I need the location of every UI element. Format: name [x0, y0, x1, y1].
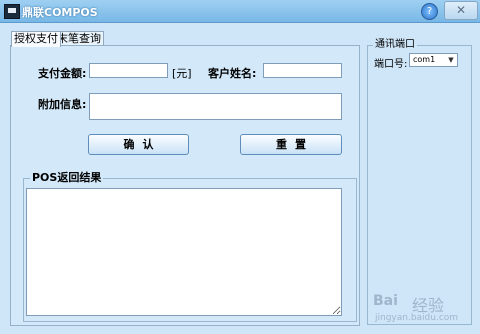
comm-port-title: 通讯端口: [373, 39, 417, 51]
pos-result-title: POS返回结果: [30, 171, 104, 184]
close-button[interactable]: ✕: [444, 1, 478, 20]
amount-input[interactable]: [89, 63, 168, 78]
port-selected-value: com1: [413, 55, 436, 64]
confirm-button[interactable]: 确认: [88, 134, 189, 155]
help-icon[interactable]: ?: [421, 3, 438, 20]
port-select[interactable]: com1 ▼: [409, 53, 458, 67]
app-icon: [4, 4, 20, 19]
port-number-label: 端口号:: [374, 59, 408, 70]
window-title: 鼎联COMPOS: [22, 6, 98, 19]
customer-name-input[interactable]: [263, 63, 342, 78]
title-bar: 鼎联COMPOS ? ✕: [0, 0, 480, 23]
unit-label: [元]: [172, 67, 192, 80]
extra-info-input[interactable]: [89, 93, 342, 120]
tab-authorize-payment[interactable]: 授权支付: [11, 31, 61, 47]
tab-last-transaction-query[interactable]: 末笔查询: [54, 31, 104, 46]
tab-label: 末笔查询: [57, 32, 101, 45]
watermark-logo: Bai: [373, 293, 398, 309]
extra-info-label: 附加信息:: [38, 98, 87, 111]
reset-button[interactable]: 重置: [240, 134, 342, 155]
tab-label: 授权支付: [14, 32, 58, 45]
pos-result-output[interactable]: [26, 188, 342, 316]
baidu-watermark: Bai 经验 jingyan.baidu.com: [373, 290, 473, 326]
watermark-url: jingyan.baidu.com: [375, 313, 459, 323]
amount-label: 支付金额:: [38, 67, 87, 80]
customer-name-label: 客户姓名:: [208, 67, 257, 80]
chevron-down-icon: ▼: [448, 56, 454, 64]
comm-port-group: 通讯端口: [367, 39, 472, 325]
